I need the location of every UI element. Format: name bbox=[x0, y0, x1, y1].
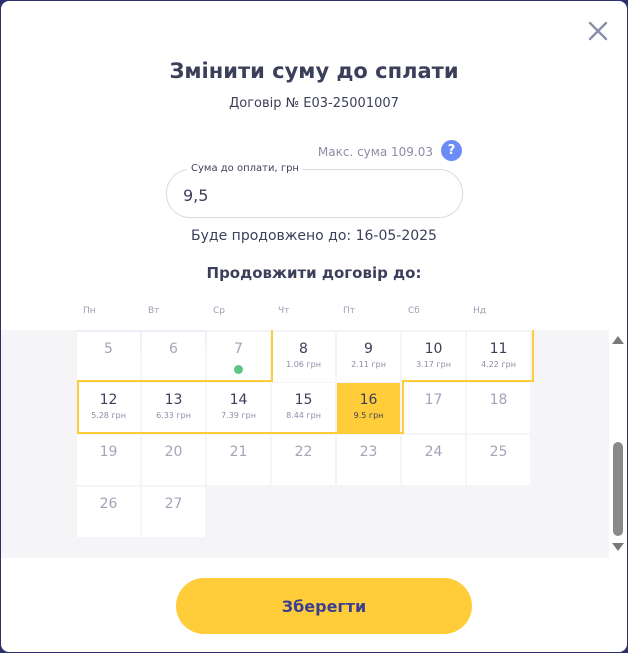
day-amount: 7.39 грн bbox=[221, 411, 256, 420]
day-number: 16 bbox=[359, 392, 378, 408]
calendar-day[interactable]: 14 7.39 грн bbox=[207, 383, 270, 433]
day-number: 13 bbox=[164, 392, 183, 408]
calendar-day[interactable]: 10 3.17 грн bbox=[402, 332, 465, 382]
day-number: 20 bbox=[164, 444, 183, 460]
day-number: 8 bbox=[299, 341, 308, 357]
day-number: 25 bbox=[489, 444, 508, 460]
day-number: 18 bbox=[489, 392, 508, 408]
weekday-label: Сб bbox=[408, 306, 420, 316]
calendar-day: 27 bbox=[142, 487, 205, 537]
scroll-up-arrow-icon[interactable] bbox=[612, 336, 624, 344]
day-number: 17 bbox=[424, 392, 443, 408]
day-number: 5 bbox=[104, 341, 113, 357]
day-number: 14 bbox=[229, 392, 248, 408]
calendar-day: 23 bbox=[337, 435, 400, 485]
day-amount: 2.11 грн bbox=[351, 360, 386, 369]
day-amount: 5.28 грн bbox=[91, 411, 126, 420]
weekday-label: Ср bbox=[213, 306, 225, 316]
calendar-day: 26 bbox=[77, 487, 140, 537]
calendar-day: 20 bbox=[142, 435, 205, 485]
calendar-day: 25 bbox=[467, 435, 530, 485]
calendar-day[interactable]: 13 6.33 грн bbox=[142, 383, 205, 433]
calendar-day: 18 bbox=[467, 383, 530, 433]
day-number: 12 bbox=[99, 392, 118, 408]
day-number: 24 bbox=[424, 444, 443, 460]
weekday-label: Нд bbox=[473, 306, 486, 316]
day-number: 23 bbox=[359, 444, 378, 460]
day-number: 6 bbox=[169, 341, 178, 357]
calendar-scrollbar[interactable] bbox=[609, 330, 627, 558]
day-number: 7 bbox=[234, 341, 243, 357]
calendar-day[interactable]: 16 9.5 грн bbox=[337, 383, 400, 433]
scroll-thumb[interactable] bbox=[613, 442, 623, 536]
weekday-label: Чт bbox=[278, 306, 290, 316]
calendar-day: 5 bbox=[77, 332, 140, 382]
day-number: 9 bbox=[364, 341, 373, 357]
day-number: 15 bbox=[294, 392, 313, 408]
day-number: 19 bbox=[99, 444, 118, 460]
calendar-day: 22 bbox=[272, 435, 335, 485]
calendar-day[interactable]: 8 1.06 грн bbox=[272, 332, 335, 382]
range-outline bbox=[532, 330, 534, 382]
sum-input[interactable] bbox=[181, 182, 445, 208]
calendar-grid: 5 6 7 8 1.06 грн 9 2.11 грн 10 3.17 грн 11 4.22 гр… bbox=[1, 330, 609, 558]
calendar-day: 17 bbox=[402, 383, 465, 433]
day-number: 27 bbox=[164, 496, 183, 512]
day-number: 22 bbox=[294, 444, 313, 460]
day-number: 26 bbox=[99, 496, 118, 512]
weekday-label: Вт bbox=[148, 306, 160, 316]
range-outline bbox=[402, 380, 534, 382]
dot-icon bbox=[234, 365, 243, 374]
scroll-down-arrow-icon[interactable] bbox=[612, 543, 624, 551]
day-number: 21 bbox=[229, 444, 248, 460]
range-outline bbox=[271, 330, 273, 382]
day-amount: 9.5 грн bbox=[353, 411, 384, 420]
day-amount: 6.33 грн bbox=[156, 411, 191, 420]
weekday-label: Пт bbox=[343, 306, 356, 316]
calendar-day[interactable]: 9 2.11 грн bbox=[337, 332, 400, 382]
range-outline bbox=[77, 432, 403, 434]
range-outline bbox=[77, 380, 273, 382]
calendar-day[interactable]: 11 4.22 грн bbox=[467, 332, 530, 382]
calendar-day: 6 bbox=[142, 332, 205, 382]
day-number: 10 bbox=[424, 341, 443, 357]
range-outline bbox=[402, 380, 404, 434]
day-amount: 1.06 грн bbox=[286, 360, 321, 369]
day-amount: 4.22 грн bbox=[481, 360, 516, 369]
save-button[interactable]: Зберегти bbox=[176, 578, 472, 634]
question-icon[interactable]: ? bbox=[441, 140, 462, 161]
day-amount: 8.44 грн bbox=[286, 411, 321, 420]
sum-field: Сума до оплати, грн bbox=[166, 163, 463, 218]
modal-title: Змінити суму до сплати bbox=[169, 59, 459, 83]
calendar-day: 21 bbox=[207, 435, 270, 485]
extended-until-text: Буде продовжено до: 16-05-2025 bbox=[191, 228, 437, 244]
calendar-day: 7 bbox=[207, 332, 270, 382]
max-sum-label: Макс. сума 109.03 bbox=[317, 145, 433, 159]
extend-contract-title: Продовжити договір до: bbox=[206, 264, 422, 282]
calendar-day[interactable]: 12 5.28 грн bbox=[77, 383, 140, 433]
weekday-label: Пн bbox=[83, 306, 96, 316]
sum-field-label: Сума до оплати, грн bbox=[187, 163, 303, 174]
weekday-header: Пн Вт Ср Чт Пт Сб Нд bbox=[77, 306, 532, 320]
close-icon[interactable] bbox=[587, 20, 609, 42]
contract-number: Договір № E03-25001007 bbox=[229, 96, 399, 111]
change-sum-modal: Змінити суму до сплати Договір № E03-250… bbox=[1, 1, 627, 652]
calendar-day: 19 bbox=[77, 435, 140, 485]
calendar-day: 24 bbox=[402, 435, 465, 485]
day-amount: 3.17 грн bbox=[416, 360, 451, 369]
calendar-day[interactable]: 15 8.44 грн bbox=[272, 383, 335, 433]
range-outline bbox=[77, 380, 79, 432]
day-number: 11 bbox=[489, 341, 508, 357]
